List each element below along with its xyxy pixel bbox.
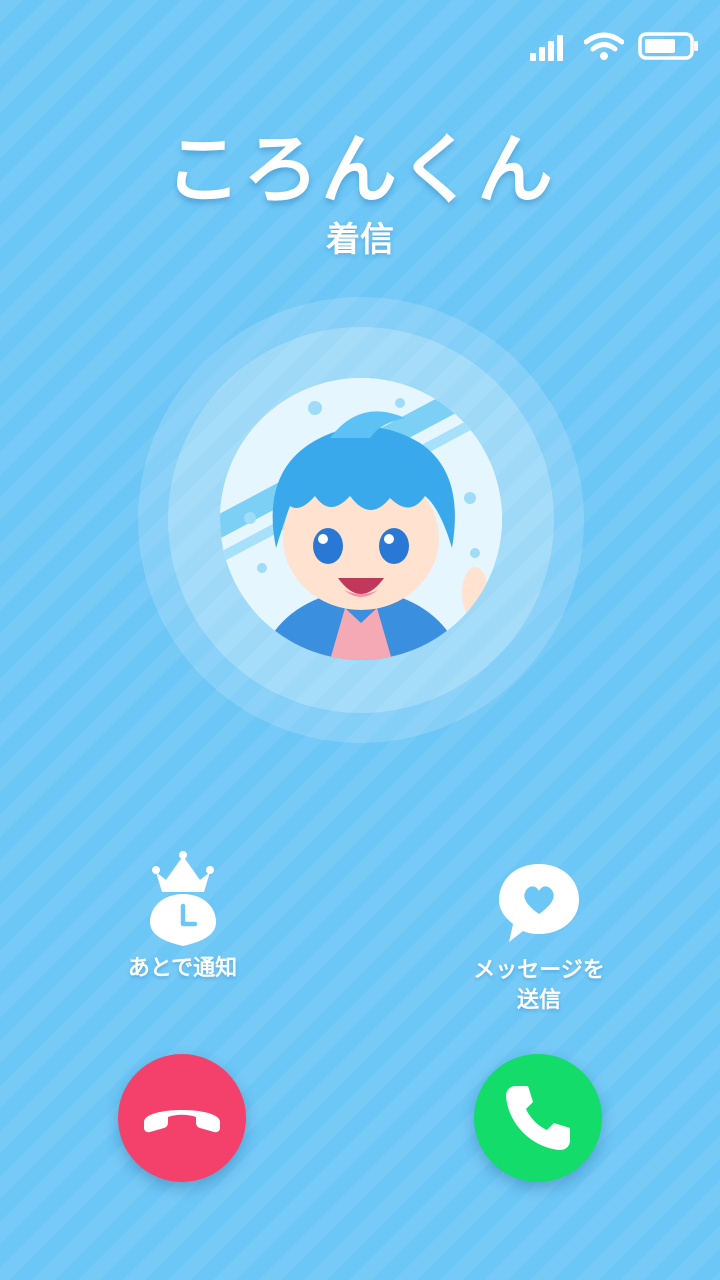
phone-icon [506, 1086, 570, 1150]
caller-name: ころんくん [165, 125, 555, 214]
remind-later-label: あとで通知 [127, 956, 238, 981]
incoming-call-status: 着信 [326, 220, 394, 260]
signal-icon [530, 35, 563, 61]
remind-later-button[interactable]: あとで通知 [105, 850, 260, 984]
status-bar [530, 28, 700, 64]
phone-hangup-icon [144, 1110, 220, 1133]
caller-avatar [220, 378, 502, 660]
send-message-label-line2: 送信 [516, 988, 561, 1013]
battery-icon [638, 32, 698, 60]
decline-call-button[interactable] [118, 1054, 246, 1182]
send-message-button[interactable]: メッセージを 送信 [458, 862, 620, 1016]
send-message-label-line1: メッセージを [473, 958, 605, 983]
message-heart-icon [499, 864, 579, 942]
crown-clock-icon [149, 851, 216, 946]
wifi-icon [584, 32, 624, 60]
accept-call-button[interactable] [474, 1054, 602, 1182]
